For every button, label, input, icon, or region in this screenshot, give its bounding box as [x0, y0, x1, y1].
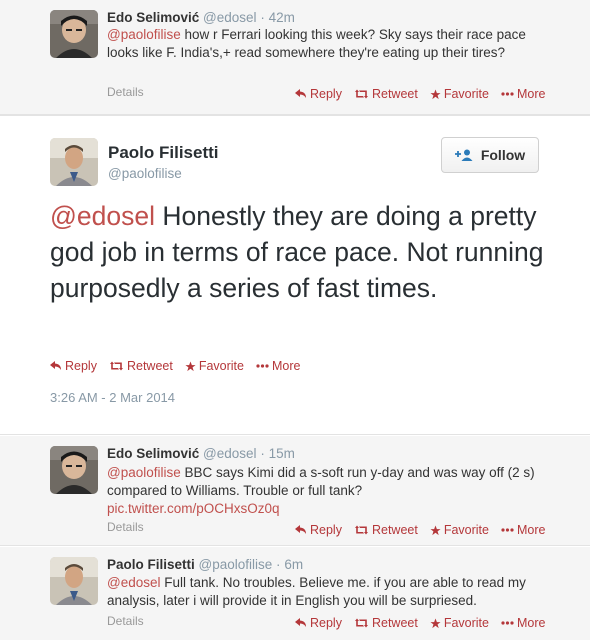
- conversation-thread: Edo Selimović @edosel · 42m @paolofilise…: [0, 0, 590, 640]
- retweet-icon: [354, 89, 369, 99]
- retweet-icon: [354, 618, 369, 628]
- retweet-button[interactable]: Retweet: [354, 523, 418, 537]
- favorite-button[interactable]: Favorite: [430, 616, 489, 630]
- user-name[interactable]: Edo Selimović: [107, 10, 199, 25]
- add-user-icon: [454, 149, 473, 161]
- favorite-button[interactable]: Favorite: [430, 523, 489, 537]
- mention-link[interactable]: @edosel: [107, 575, 161, 590]
- tweet-time[interactable]: 15m: [269, 446, 295, 461]
- tweet-time[interactable]: 42m: [269, 10, 295, 25]
- user-handle[interactable]: @edosel: [203, 10, 257, 25]
- ellipsis-icon: [501, 92, 514, 96]
- follow-label: Follow: [480, 147, 526, 163]
- ellipsis-icon: [501, 621, 514, 625]
- retweet-button[interactable]: Retweet: [354, 616, 418, 630]
- reply-arrow-icon: [295, 89, 307, 99]
- mention-link[interactable]: @paolofilise: [107, 465, 181, 480]
- reply-button[interactable]: Reply: [295, 87, 342, 101]
- ellipsis-icon: [256, 364, 269, 368]
- details-link[interactable]: Details: [107, 520, 144, 534]
- tweet-parent[interactable]: Edo Selimović @edosel · 42m @paolofilise…: [0, 0, 590, 115]
- details-link[interactable]: Details: [107, 85, 144, 99]
- separator-dot: ·: [260, 10, 265, 25]
- more-button[interactable]: More: [501, 523, 545, 537]
- star-icon: [185, 360, 196, 372]
- mention-link[interactable]: @paolofilise: [107, 27, 181, 42]
- tweet-text: @edosel Honestly they are doing a pretty…: [50, 198, 570, 306]
- retweet-button[interactable]: Retweet: [109, 359, 173, 373]
- more-button[interactable]: More: [501, 616, 545, 630]
- reply-button[interactable]: Reply: [50, 359, 97, 373]
- retweet-button[interactable]: Retweet: [354, 87, 418, 101]
- mention-link[interactable]: @edosel: [50, 201, 155, 231]
- retweet-icon: [109, 361, 124, 371]
- user-handle[interactable]: @paolofilise: [108, 166, 182, 181]
- follow-button[interactable]: Follow: [441, 137, 539, 173]
- reply-arrow-icon: [295, 618, 307, 628]
- tweet-actions: Reply Retweet Favorite More: [295, 616, 545, 630]
- media-link[interactable]: pic.twitter.com/pOCHxsOz0q: [107, 501, 280, 516]
- tweet-text: @paolofilise how r Ferrari looking this …: [107, 26, 547, 62]
- separator-dot: ·: [260, 446, 265, 461]
- tweet-reply[interactable]: Paolo Filisetti @paolofilise · 6m @edose…: [0, 547, 590, 640]
- avatar[interactable]: [50, 557, 98, 605]
- star-icon: [430, 524, 441, 536]
- tweet-header: Edo Selimović @edosel · 15m: [107, 446, 295, 461]
- tweet-time[interactable]: 6m: [284, 557, 303, 572]
- details-link[interactable]: Details: [107, 614, 144, 628]
- reply-arrow-icon: [295, 525, 307, 535]
- user-name[interactable]: Paolo Filisetti: [108, 143, 219, 163]
- favorite-button[interactable]: Favorite: [185, 359, 244, 373]
- avatar[interactable]: [50, 446, 98, 494]
- tweet-actions: Reply Retweet Favorite More: [295, 523, 545, 537]
- tweet-actions: Reply Retweet Favorite More: [295, 87, 545, 101]
- reply-button[interactable]: Reply: [295, 616, 342, 630]
- tweet-body: Full tank. No troubles. Believe me. if y…: [107, 575, 526, 608]
- star-icon: [430, 617, 441, 629]
- tweet-header: Edo Selimović @edosel · 42m: [107, 10, 295, 25]
- more-button[interactable]: More: [256, 359, 300, 373]
- more-button[interactable]: More: [501, 87, 545, 101]
- reply-arrow-icon: [50, 361, 62, 371]
- tweet-text: @edosel Full tank. No troubles. Believe …: [107, 574, 547, 610]
- user-handle[interactable]: @edosel: [203, 446, 257, 461]
- avatar[interactable]: [50, 10, 98, 58]
- tweet-actions: Reply Retweet Favorite More: [50, 359, 300, 373]
- tweet-text: @paolofilise BBC says Kimi did a s-soft …: [107, 464, 547, 518]
- tweet-timestamp[interactable]: 3:26 AM - 2 Mar 2014: [50, 390, 175, 405]
- user-name[interactable]: Paolo Filisetti: [107, 557, 195, 572]
- tweet-main: Paolo Filisetti @paolofilise Follow @edo…: [0, 115, 590, 435]
- user-name[interactable]: Edo Selimović: [107, 446, 199, 461]
- reply-button[interactable]: Reply: [295, 523, 342, 537]
- avatar[interactable]: [50, 138, 98, 186]
- retweet-icon: [354, 525, 369, 535]
- user-handle[interactable]: @paolofilise: [199, 557, 273, 572]
- tweet-header: Paolo Filisetti @paolofilise · 6m: [107, 557, 303, 572]
- tweet-reply[interactable]: Edo Selimović @edosel · 15m @paolofilise…: [0, 436, 590, 546]
- ellipsis-icon: [501, 528, 514, 532]
- favorite-button[interactable]: Favorite: [430, 87, 489, 101]
- separator-dot: ·: [276, 557, 281, 572]
- star-icon: [430, 88, 441, 100]
